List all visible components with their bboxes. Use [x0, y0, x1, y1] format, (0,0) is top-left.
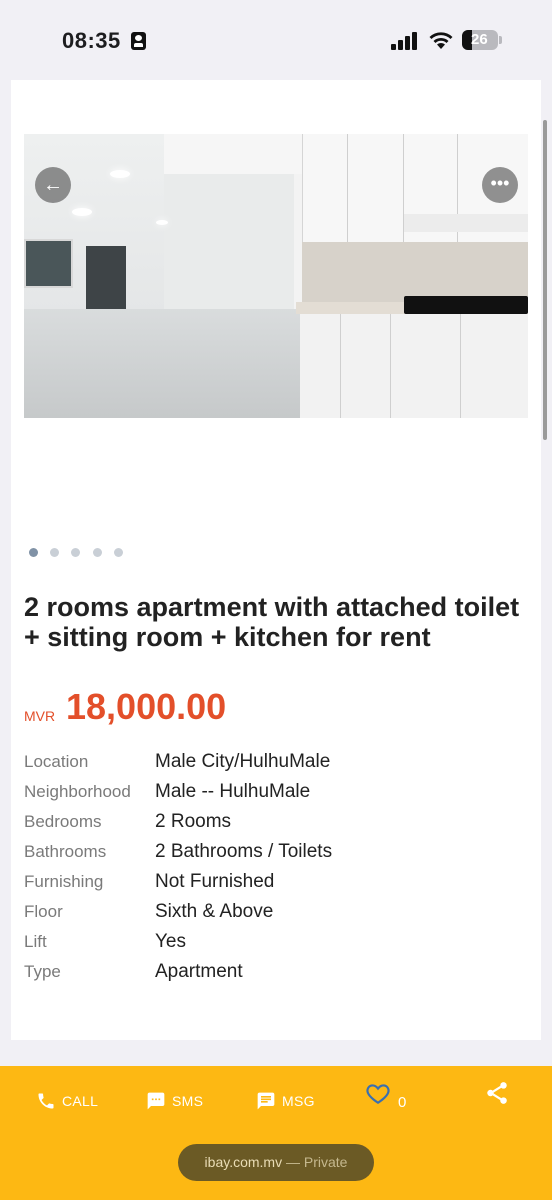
detail-label: Bathrooms [24, 842, 107, 861]
detail-row-lift: Lift Yes [24, 931, 524, 962]
call-label: CALL [62, 1093, 99, 1109]
carousel-dot[interactable] [50, 548, 59, 557]
back-arrow-icon[interactable]: ← [35, 167, 71, 203]
detail-row-floor: Floor Sixth & Above [24, 901, 524, 932]
detail-label: Bedrooms [24, 812, 102, 831]
detail-value: Not Furnished [155, 871, 275, 892]
heart-icon[interactable] [364, 1080, 392, 1106]
page-scrollbar[interactable] [543, 120, 547, 440]
doorway [86, 246, 126, 314]
call-button[interactable]: CALL [36, 1086, 98, 1116]
detail-row-type: Type Apartment [24, 961, 524, 992]
detail-label: Location [24, 752, 89, 771]
stove [404, 296, 528, 314]
cellular-signal-icon [391, 32, 419, 50]
sms-label: SMS [172, 1093, 204, 1109]
price-currency: MVR [24, 708, 56, 724]
detail-label: Lift [24, 932, 47, 951]
carousel-dot[interactable] [114, 548, 123, 557]
detail-value: Male -- HulhuMale [155, 781, 311, 802]
detail-label: Floor [24, 902, 63, 921]
detail-label: Neighborhood [24, 782, 131, 801]
carousel-dot[interactable] [29, 548, 38, 557]
detail-value: Yes [155, 931, 186, 952]
battery-level: 26 [471, 31, 488, 48]
lower-cabinets [300, 314, 528, 418]
sms-button[interactable]: SMS [146, 1086, 203, 1116]
detail-row-furnishing: Furnishing Not Furnished [24, 871, 524, 902]
phone-icon [38, 1093, 54, 1109]
battery-indicator: 26 [462, 30, 498, 50]
detail-label: Furnishing [24, 872, 104, 891]
browser-url-bar[interactable]: ibay.com.mv — Private [178, 1144, 374, 1181]
listing-photo[interactable]: ← ••• [24, 134, 528, 418]
status-bar: 08:35 26 [0, 0, 552, 80]
carousel-dot[interactable] [71, 548, 80, 557]
range-hood [404, 214, 528, 232]
url-domain: ibay.com.mv [204, 1154, 283, 1170]
status-time: 08:35 [62, 28, 121, 53]
share-icon[interactable] [484, 1080, 510, 1106]
detail-row-bedrooms: Bedrooms 2 Rooms [24, 811, 524, 842]
detail-value: Apartment [155, 961, 243, 982]
wifi-icon [429, 32, 453, 49]
message-icon [257, 1092, 275, 1110]
detail-value: Male City/HulhuMale [155, 751, 331, 772]
sms-icon [147, 1092, 165, 1110]
contact-card-icon [131, 32, 146, 50]
detail-value: 2 Bathrooms / Toilets [155, 841, 333, 862]
carousel-dot[interactable] [93, 548, 102, 557]
detail-row-bathrooms: Bathrooms 2 Bathrooms / Toilets [24, 841, 524, 872]
detail-row-location: Location Male City/HulhuMale [24, 751, 524, 782]
listing-title: 2 rooms apartment with attached toilet +… [24, 592, 520, 652]
private-mode-label: — Private [285, 1154, 348, 1170]
more-options-icon[interactable]: ••• [482, 167, 518, 203]
window [24, 239, 73, 288]
battery-cap [499, 36, 502, 44]
bottom-action-bar: CALL SMS MSG 0 ibay.com.mv — Private [0, 1066, 552, 1200]
detail-value: 2 Rooms [155, 811, 232, 832]
listing-price: 18,000.00 [66, 686, 227, 727]
detail-value: Sixth & Above [155, 901, 274, 922]
detail-label: Type [24, 962, 61, 981]
msg-label: MSG [282, 1093, 315, 1109]
favorites-count: 0 [398, 1094, 407, 1111]
msg-button[interactable]: MSG [256, 1086, 315, 1116]
detail-row-neighborhood: Neighborhood Male -- HulhuMale [24, 781, 524, 812]
